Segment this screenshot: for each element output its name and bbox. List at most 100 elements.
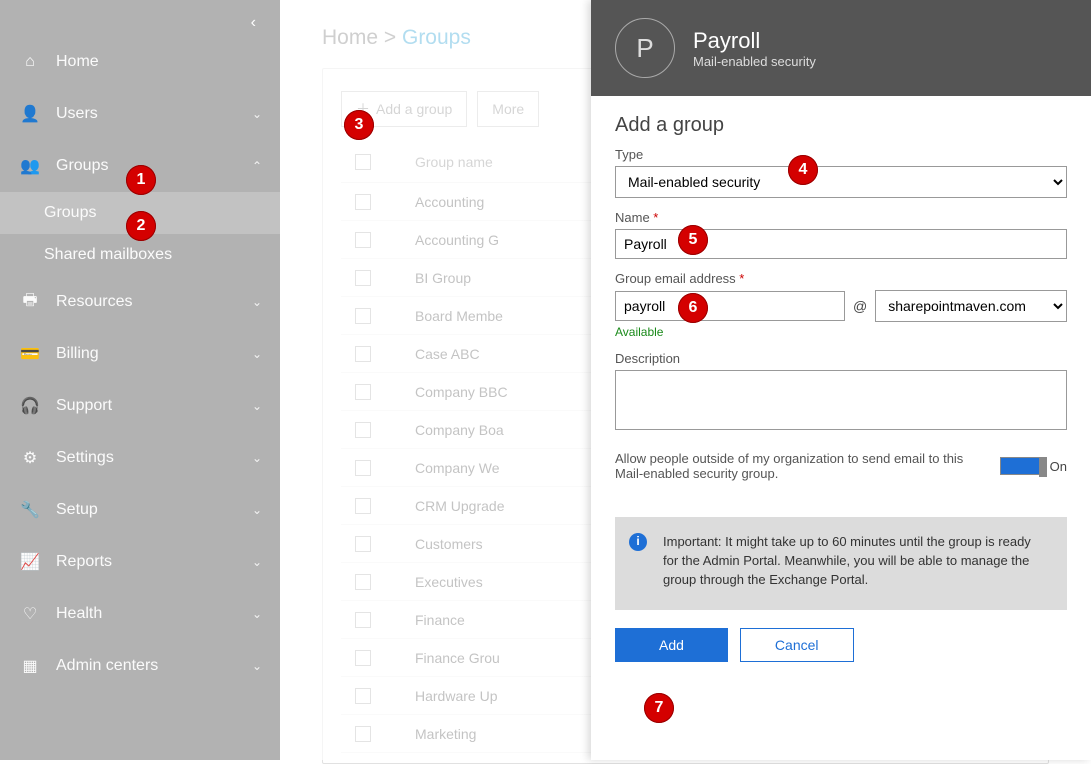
sidebar-item-admin-centers[interactable]: ▦ Admin centers⌄ <box>0 640 280 692</box>
description-label: Description <box>615 351 1067 366</box>
row-group-name: Accounting <box>385 194 484 210</box>
email-at: @ <box>853 298 867 314</box>
email-domain-select[interactable]: sharepointmaven.com <box>875 290 1067 322</box>
row-checkbox[interactable] <box>355 536 371 552</box>
row-group-name: Company We <box>385 460 500 476</box>
add-group-label: Add a group <box>376 101 452 117</box>
sidebar-item-label: Support <box>56 397 252 415</box>
sidebar-item-users[interactable]: 👤Users⌄ <box>0 88 280 140</box>
panel-title: Add a group <box>615 114 1067 137</box>
type-select[interactable]: Mail-enabled security <box>615 166 1067 198</box>
more-button[interactable]: More <box>477 91 539 127</box>
sidebar-item-label: Settings <box>56 449 252 467</box>
billing-icon: 💳 <box>18 344 42 364</box>
chevron-up-icon: ⌃ <box>252 159 262 173</box>
admin-icon: ▦ <box>18 656 42 676</box>
group-avatar: P <box>615 18 675 78</box>
row-checkbox[interactable] <box>355 498 371 514</box>
row-checkbox[interactable] <box>355 194 371 210</box>
allow-external-toggle[interactable]: On <box>1000 457 1067 475</box>
add-button[interactable]: Add <box>615 628 728 662</box>
collapse-nav-button[interactable]: ‹ <box>0 0 280 36</box>
add-group-panel: P Payroll Mail-enabled security Add a gr… <box>591 0 1091 760</box>
breadcrumb-current: Groups <box>402 26 471 49</box>
chevron-left-icon: ‹ <box>251 14 256 31</box>
reports-icon: 📈 <box>18 552 42 572</box>
select-all-checkbox[interactable] <box>355 154 371 170</box>
row-checkbox[interactable] <box>355 460 371 476</box>
row-checkbox[interactable] <box>355 726 371 742</box>
annotation-badge-3: 3 <box>344 110 374 140</box>
sidebar-item-label: Health <box>56 605 252 623</box>
sidebar-item-billing[interactable]: 💳 Billing⌄ <box>0 328 280 380</box>
annotation-badge-1: 1 <box>126 165 156 195</box>
column-group-name[interactable]: Group name <box>385 154 493 170</box>
row-checkbox[interactable] <box>355 270 371 286</box>
row-checkbox[interactable] <box>355 346 371 362</box>
groups-icon: 👥 <box>18 156 42 176</box>
row-checkbox[interactable] <box>355 232 371 248</box>
sidebar-item-label: Billing <box>56 345 252 363</box>
row-checkbox[interactable] <box>355 688 371 704</box>
breadcrumb-home[interactable]: Home <box>322 26 378 49</box>
toggle-state: On <box>1050 459 1067 474</box>
sidebar-item-label: Shared mailboxes <box>44 246 262 264</box>
sidebar-item-support[interactable]: 🎧Support⌄ <box>0 380 280 432</box>
allow-external-label: Allow people outside of my organization … <box>615 451 984 481</box>
sidebar-item-setup[interactable]: 🔧 Setup⌄ <box>0 484 280 536</box>
info-message: i Important: It might take up to 60 minu… <box>615 517 1067 610</box>
chevron-down-icon: ⌄ <box>252 347 262 361</box>
panel-header: P Payroll Mail-enabled security <box>591 0 1091 96</box>
resources-icon: 🖶 <box>18 289 42 316</box>
chevron-down-icon: ⌄ <box>252 451 262 465</box>
sidebar-item-label: Setup <box>56 501 252 519</box>
row-group-name: CRM Upgrade <box>385 498 504 514</box>
row-checkbox[interactable] <box>355 650 371 666</box>
row-group-name: Executives <box>385 574 483 590</box>
chevron-down-icon: ⌄ <box>252 607 262 621</box>
row-group-name: Accounting G <box>385 232 499 248</box>
row-group-name: Board Membe <box>385 308 503 324</box>
setup-icon: 🔧 <box>18 500 42 520</box>
sidebar-item-label: Reports <box>56 553 252 571</box>
cancel-button[interactable]: Cancel <box>740 628 854 662</box>
health-icon: ♡ <box>18 604 42 624</box>
sidebar-item-settings[interactable]: ⚙ Settings⌄ <box>0 432 280 484</box>
annotation-badge-6: 6 <box>678 293 708 323</box>
description-input[interactable] <box>615 370 1067 430</box>
row-checkbox[interactable] <box>355 308 371 324</box>
chevron-down-icon: ⌄ <box>252 295 262 309</box>
chevron-down-icon: ⌄ <box>252 503 262 517</box>
email-local-input[interactable] <box>615 291 845 321</box>
chevron-down-icon: ⌄ <box>252 107 262 121</box>
row-group-name: Customers <box>385 536 483 552</box>
row-checkbox[interactable] <box>355 422 371 438</box>
support-icon: 🎧 <box>18 396 42 416</box>
row-checkbox[interactable] <box>355 384 371 400</box>
row-group-name: Finance Grou <box>385 650 500 666</box>
email-label: Group email address <box>615 271 1067 286</box>
type-label: Type <box>615 147 1067 162</box>
row-group-name: Case ABC <box>385 346 480 362</box>
home-icon: ⌂ <box>18 53 42 71</box>
row-checkbox[interactable] <box>355 612 371 628</box>
sidebar-item-health[interactable]: ♡ Health⌄ <box>0 588 280 640</box>
name-label: Name <box>615 210 1067 225</box>
row-group-name: Hardware Up <box>385 688 497 704</box>
annotation-badge-4: 4 <box>788 155 818 185</box>
settings-icon: ⚙ <box>18 448 42 468</box>
row-checkbox[interactable] <box>355 574 371 590</box>
sidebar-item-resources[interactable]: 🖶Resources⌄ <box>0 276 280 328</box>
sidebar-item-reports[interactable]: 📈Reports⌄ <box>0 536 280 588</box>
panel-header-subtitle: Mail-enabled security <box>693 54 816 69</box>
row-group-name: Company Boa <box>385 422 504 438</box>
row-group-name: BI Group <box>385 270 471 286</box>
chevron-down-icon: ⌄ <box>252 659 262 673</box>
sidebar-item-label: Admin centers <box>56 657 252 675</box>
row-group-name: Marketing <box>385 726 476 742</box>
panel-header-title: Payroll <box>693 28 816 54</box>
sidebar-item-home[interactable]: ⌂Home <box>0 36 280 88</box>
row-group-name: Finance <box>385 612 465 628</box>
sidebar: ‹ ⌂Home👤Users⌄👥Groups⌃GroupsShared mailb… <box>0 0 280 760</box>
user-icon: 👤 <box>18 104 42 124</box>
